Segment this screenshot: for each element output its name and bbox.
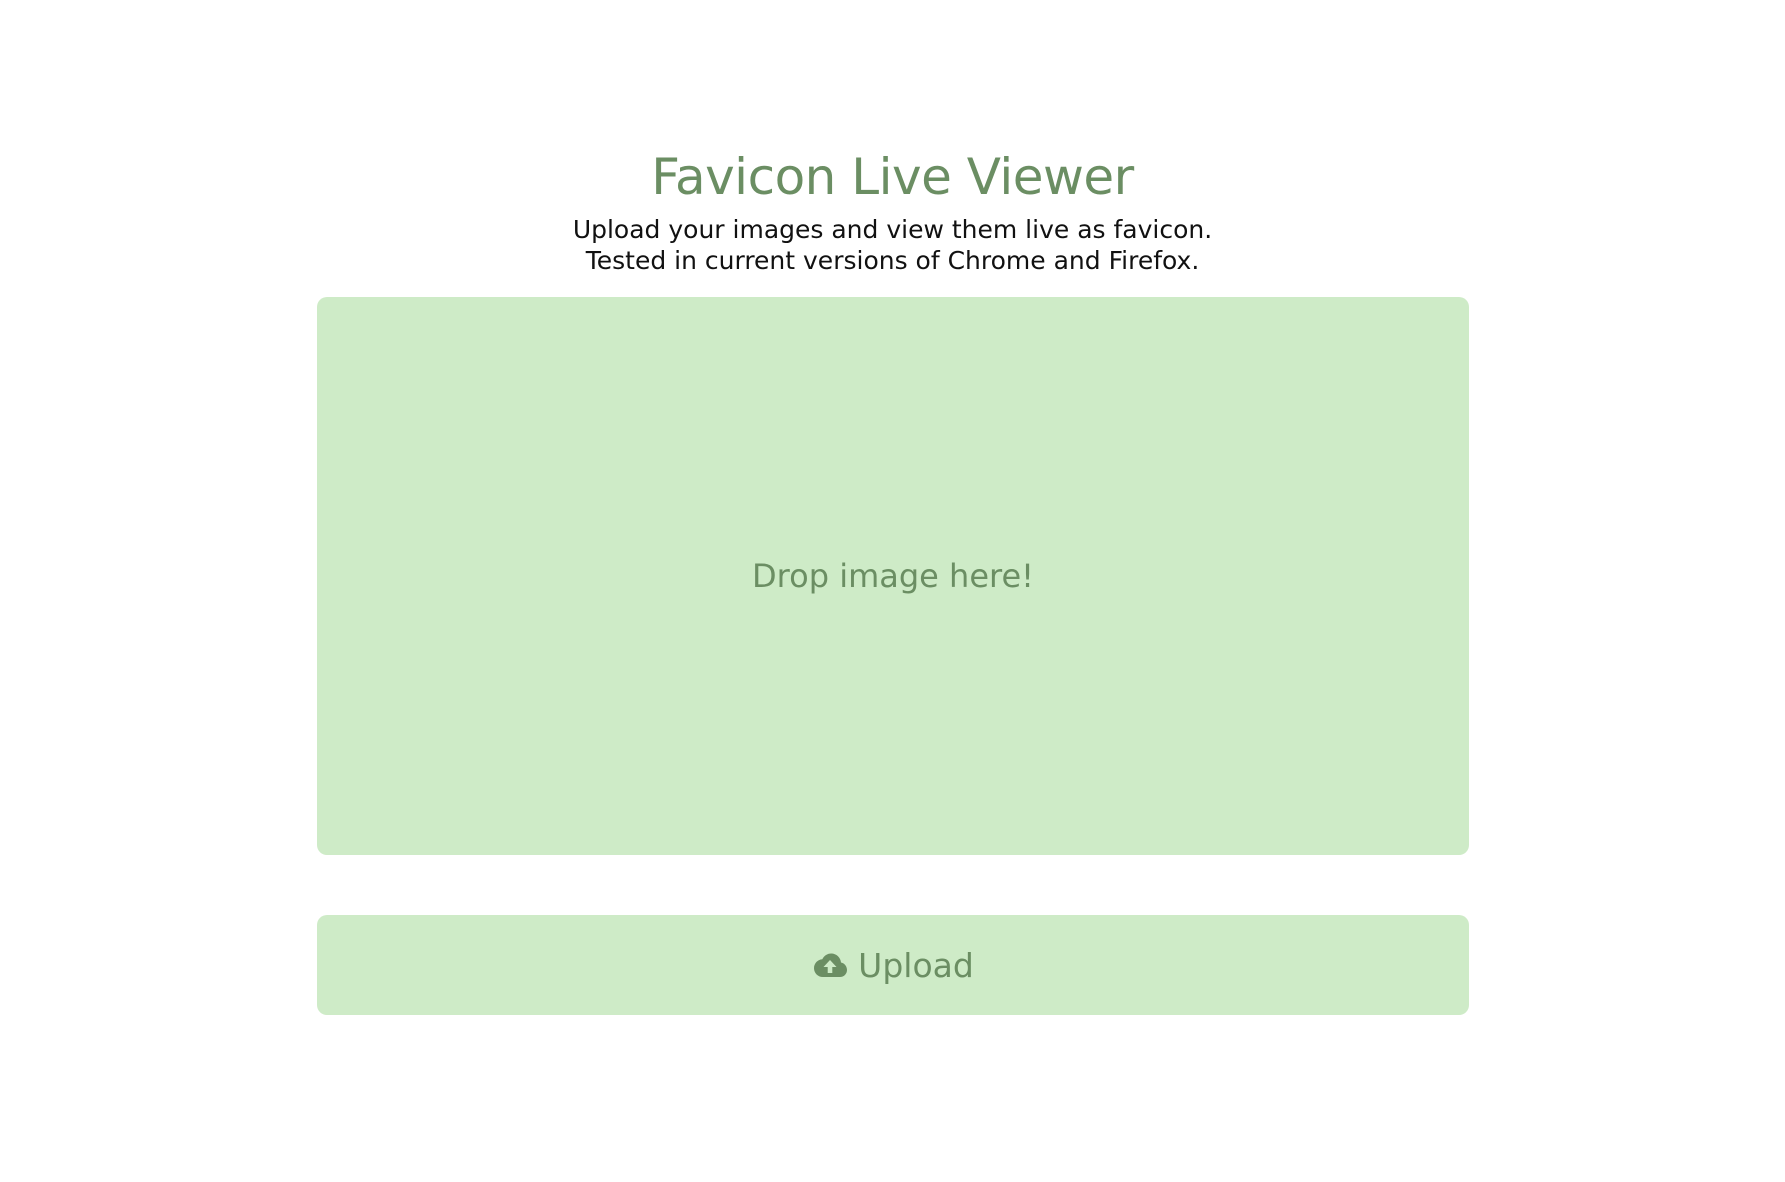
image-drop-zone[interactable]: Drop image here! [317,297,1469,855]
page-subtitle: Upload your images and view them live as… [0,214,1785,276]
page-title: Favicon Live Viewer [651,148,1134,206]
subtitle-line-1: Upload your images and view them live as… [572,215,1213,244]
upload-button[interactable]: Upload [317,915,1469,1015]
upload-button-label: Upload [858,945,974,985]
subtitle-line-2: Tested in current versions of Chrome and… [585,246,1200,275]
cloud-upload-icon [812,950,848,980]
drop-zone-label: Drop image here! [752,557,1034,595]
